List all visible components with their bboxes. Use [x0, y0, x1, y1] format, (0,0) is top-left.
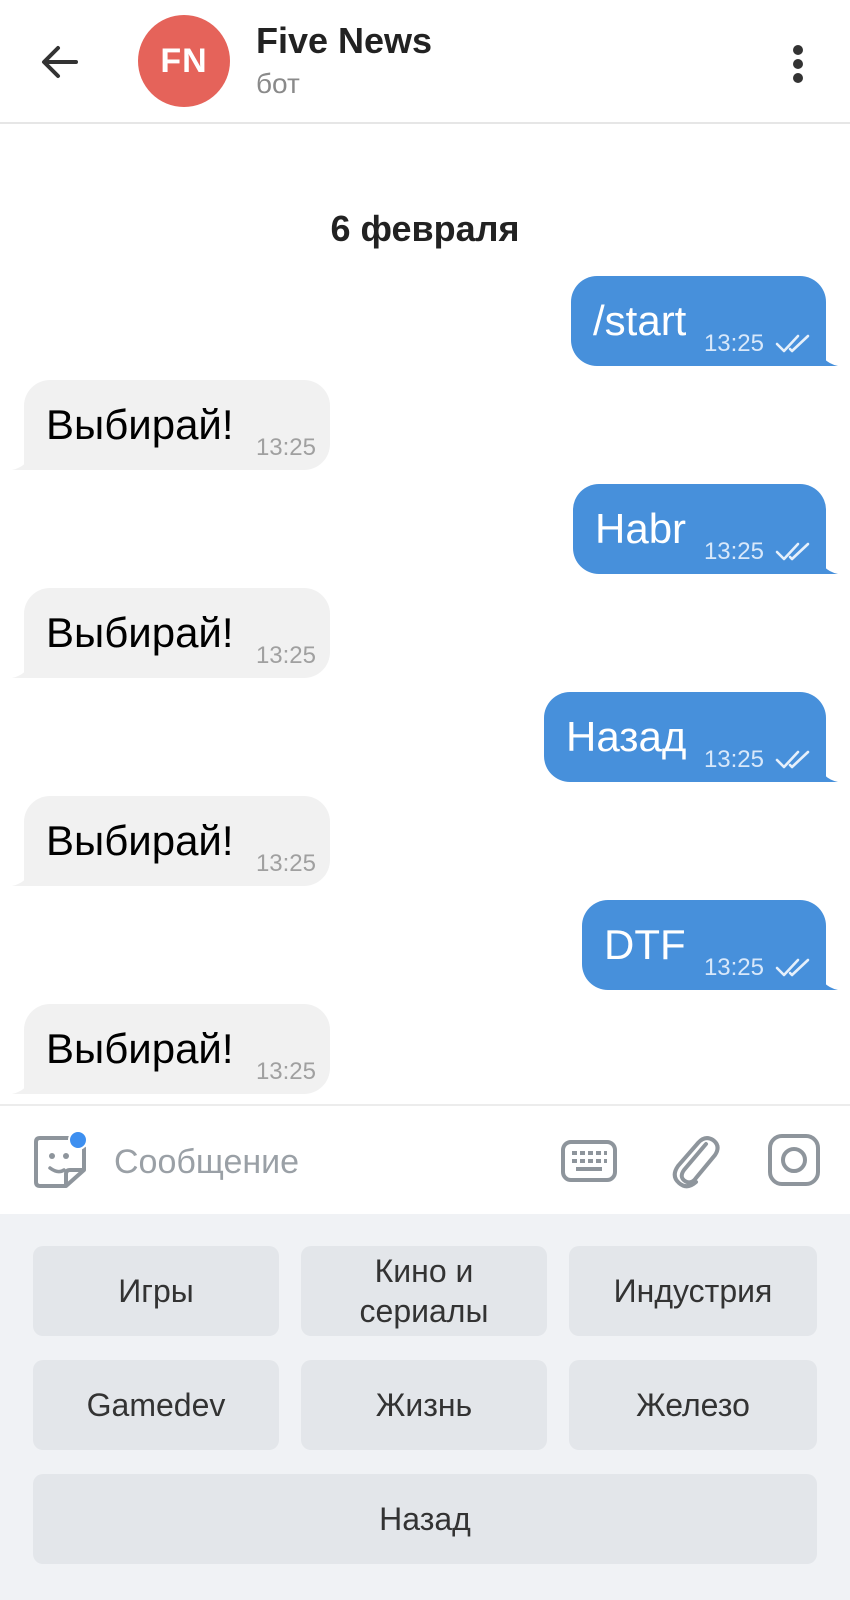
keyboard-button-back[interactable]: Назад: [33, 1474, 817, 1564]
avatar[interactable]: FN: [138, 15, 230, 107]
incoming-message[interactable]: Выбирай! 13:25: [12, 796, 330, 886]
bubble-tail-icon: [12, 864, 32, 886]
message-input[interactable]: [112, 1134, 536, 1190]
bubble-tail-icon: [12, 656, 32, 678]
keyboard-button-hardware[interactable]: Железо: [569, 1360, 817, 1450]
double-check-icon: [775, 334, 810, 353]
keyboard-button-gamedev[interactable]: Gamedev: [33, 1360, 279, 1450]
outgoing-message[interactable]: /start 13:25: [571, 276, 838, 366]
message-time: 13:25: [703, 746, 764, 773]
back-button[interactable]: [30, 32, 90, 92]
arrow-left-icon: [42, 46, 78, 78]
chat-header: FN Five News бот: [0, 0, 850, 124]
incoming-message[interactable]: Выбирай! 13:25: [12, 380, 330, 470]
keyboard-button-industry[interactable]: Индустрия: [569, 1246, 817, 1336]
bot-reply-keyboard: Игры Кино и сериалы Индустрия Gamedev Жи…: [0, 1214, 850, 1600]
outgoing-message[interactable]: DTF 13:25: [582, 900, 838, 990]
paperclip-icon: [672, 1136, 720, 1189]
bubble-tail-icon: [12, 448, 32, 470]
message-time: 13:25: [703, 330, 764, 357]
message-text: /start: [593, 297, 687, 344]
message-list[interactable]: 6 февраля /start 13:25 Выбирай! 13:25 Habr 13…: [0, 124, 850, 1104]
keyboard-button-label: Назад: [379, 1501, 471, 1537]
keyboard-button-label: Индустрия: [613, 1273, 773, 1309]
chat-title[interactable]: Five News: [256, 20, 432, 62]
bubble-tail-icon: [12, 1072, 32, 1094]
sticker-icon: [34, 1130, 88, 1188]
outgoing-message[interactable]: Habr 13:25: [573, 484, 838, 574]
camera-icon: [768, 1134, 820, 1186]
bubble-tail-icon: [818, 344, 838, 366]
message-text: DTF: [604, 921, 686, 968]
keyboard-icon: [561, 1140, 617, 1182]
camera-button[interactable]: [766, 1132, 822, 1188]
double-check-icon: [775, 750, 810, 769]
message-time: 13:25: [703, 954, 764, 981]
bubble-tail-icon: [818, 968, 838, 990]
outgoing-message[interactable]: Назад 13:25: [544, 692, 838, 782]
keyboard-button-label: Железо: [636, 1387, 750, 1423]
keyboard-button-label: Gamedev: [86, 1387, 226, 1423]
message-text: Habr: [595, 505, 687, 552]
message-text: Назад: [566, 713, 687, 760]
double-check-icon: [775, 542, 810, 561]
message-time: 13:25: [703, 538, 764, 565]
keyboard-button-label: Кино и сериалы: [359, 1253, 489, 1329]
keyboard-button-games[interactable]: Игры: [33, 1246, 279, 1336]
bot-keyboard-button[interactable]: [560, 1136, 618, 1186]
keyboard-button-life[interactable]: Жизнь: [301, 1360, 547, 1450]
bubble-tail-icon: [818, 552, 838, 574]
attach-button[interactable]: [668, 1130, 722, 1190]
message-text: Выбирай!: [46, 609, 234, 656]
incoming-message[interactable]: Выбирай! 13:25: [12, 588, 330, 678]
message-time: 13:25: [255, 642, 316, 669]
message-text: Выбирай!: [46, 401, 234, 448]
message-input-bar: [0, 1104, 850, 1216]
incoming-message[interactable]: Выбирай! 13:25: [12, 1004, 330, 1094]
more-vertical-icon: [793, 45, 803, 83]
bubble-tail-icon: [818, 760, 838, 782]
double-check-icon: [775, 958, 810, 977]
date-separator: 6 февраля: [330, 208, 520, 249]
sticker-button[interactable]: [30, 1130, 92, 1192]
message-time: 13:25: [255, 850, 316, 877]
keyboard-button-label: Жизнь: [375, 1387, 473, 1423]
avatar-initials: FN: [160, 41, 208, 80]
message-time: 13:25: [255, 434, 316, 461]
message-time: 13:25: [255, 1058, 316, 1085]
more-options-button[interactable]: [770, 36, 826, 92]
keyboard-button-label: Игры: [118, 1273, 194, 1309]
chat-subtitle: бот: [256, 68, 300, 99]
keyboard-button-movies-series[interactable]: Кино и сериалы: [301, 1246, 547, 1336]
message-text: Выбирай!: [46, 1025, 234, 1072]
message-text: Выбирай!: [46, 817, 234, 864]
